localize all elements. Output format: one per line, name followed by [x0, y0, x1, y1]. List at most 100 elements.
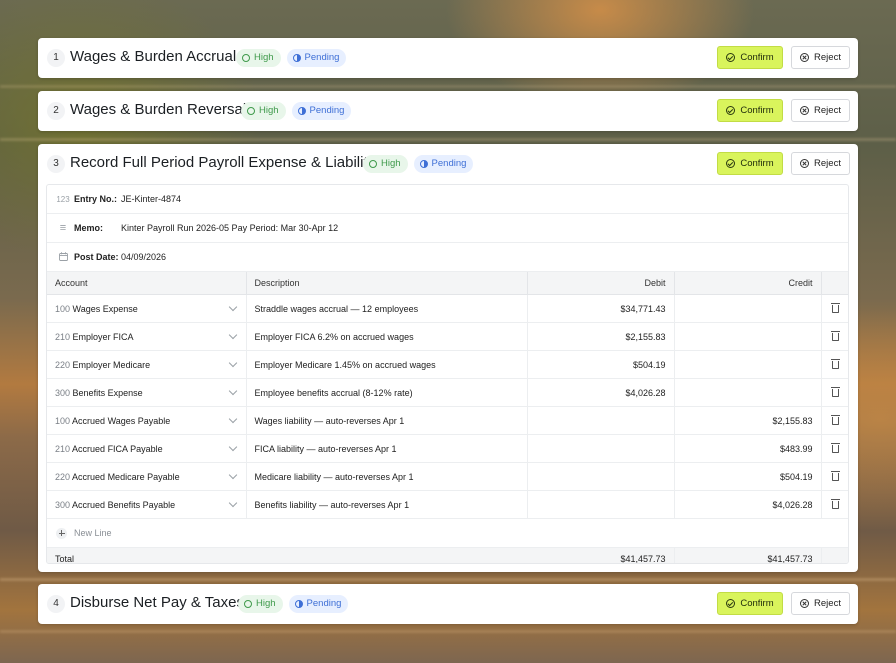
account-code: 220 [55, 359, 71, 370]
description-cell[interactable]: FICA liability — auto-reverses Apr 1 [246, 434, 528, 463]
table-row: 100 Wages Expense Straddle wages accrual … [47, 294, 848, 323]
debit-cell[interactable] [527, 434, 675, 463]
debit-cell[interactable]: $4,026.28 [527, 378, 675, 407]
delete-line-button[interactable] [821, 378, 848, 407]
pending-icon [297, 107, 306, 115]
reject-button[interactable]: Reject [791, 592, 850, 615]
trash-icon [831, 358, 841, 369]
account-select[interactable]: 210 Accrued FICA Payable [47, 434, 247, 463]
credit-cell[interactable]: $4,026.28 [674, 490, 822, 519]
delete-line-button[interactable] [821, 322, 848, 351]
description-cell[interactable]: Straddle wages accrual — 12 employees [246, 294, 528, 323]
table-row: 220 Employer Medicare Employer Medicare 1… [47, 350, 848, 379]
trash-icon [831, 302, 841, 313]
description-cell[interactable]: Employer FICA 6.2% on accrued wages [246, 322, 528, 351]
total-credit: $41,457.73 [674, 548, 822, 563]
confirm-button[interactable]: Confirm [717, 99, 783, 122]
memo-value[interactable]: Kinter Payroll Run 2026-05 Pay Period: M… [121, 223, 338, 233]
description-cell[interactable]: Wages liability — auto-reverses Apr 1 [246, 406, 528, 435]
post-date-row: Post Date: 04/09/2026 [47, 243, 848, 272]
account-select[interactable]: 300 Accrued Benefits Payable [47, 490, 247, 519]
hash-icon: 123 [56, 194, 70, 204]
credit-cell[interactable] [674, 378, 822, 407]
account-name: Wages Expense [72, 303, 138, 314]
confidence-icon [247, 107, 255, 115]
entry-card-4: 4 Disburse Net Pay & Taxes High Pending … [38, 584, 858, 624]
entry-title: Wages & Burden Reversal [70, 101, 247, 118]
chevron-down-icon [228, 386, 237, 396]
pending-icon [292, 54, 301, 62]
entry-number: 1 [47, 49, 65, 67]
description-cell[interactable]: Benefits liability — auto-reverses Apr 1 [246, 490, 528, 519]
col-credit: Credit [674, 272, 822, 295]
description-cell[interactable]: Employee benefits accrual (8-12% rate) [246, 378, 528, 407]
chevron-down-icon [228, 442, 237, 452]
account-name: Accrued Wages Payable [72, 415, 171, 426]
account-name: Benefits Expense [72, 387, 143, 398]
confidence-badge: High [238, 595, 283, 613]
description-cell[interactable]: Employer Medicare 1.45% on accrued wages [246, 350, 528, 379]
account-code: 210 [55, 331, 71, 342]
reject-button[interactable]: Reject [791, 99, 850, 122]
memo-icon: ≡ [59, 222, 67, 234]
delete-line-button[interactable] [821, 350, 848, 379]
check-circle-icon [726, 53, 736, 62]
col-description: Description [246, 272, 528, 295]
chevron-down-icon [228, 470, 237, 480]
reject-button[interactable]: Reject [791, 152, 850, 175]
account-select[interactable]: 100 Accrued Wages Payable [47, 406, 247, 435]
credit-cell[interactable]: $483.99 [674, 434, 822, 463]
credit-cell[interactable]: $504.19 [674, 462, 822, 491]
account-select[interactable]: 300 Benefits Expense [47, 378, 247, 407]
confirm-button[interactable]: Confirm [717, 46, 783, 69]
total-label: Total [47, 548, 246, 563]
delete-line-button[interactable] [821, 490, 848, 519]
debit-cell[interactable]: $504.19 [527, 350, 675, 379]
description-cell[interactable]: Medicare liability — auto-reverses Apr 1 [246, 462, 528, 491]
post-date-value[interactable]: 04/09/2026 [121, 252, 166, 262]
account-select[interactable]: 220 Employer Medicare [47, 350, 247, 379]
calendar-icon [56, 251, 70, 263]
delete-line-button[interactable] [821, 434, 848, 463]
confidence-icon [369, 160, 377, 168]
journal-entry-detail: 123 Entry No.: JE-Kinter-4874 ≡ Memo: Ki… [46, 184, 849, 564]
delete-line-button[interactable] [821, 294, 848, 323]
confirm-button[interactable]: Confirm [717, 592, 783, 615]
debit-cell[interactable] [527, 406, 675, 435]
chevron-down-icon [228, 414, 237, 424]
account-name: Employer FICA [72, 331, 134, 342]
chevron-down-icon [228, 302, 237, 312]
new-line-button[interactable]: New Line [47, 519, 848, 548]
delete-line-button[interactable] [821, 462, 848, 491]
account-select[interactable]: 210 Employer FICA [47, 322, 247, 351]
account-code: 300 [55, 499, 71, 510]
chevron-down-icon [228, 498, 237, 508]
debit-cell[interactable] [527, 490, 675, 519]
debit-cell[interactable]: $34,771.43 [527, 294, 675, 323]
debit-cell[interactable] [527, 462, 675, 491]
credit-cell[interactable] [674, 350, 822, 379]
col-actions [821, 272, 848, 295]
delete-line-button[interactable] [821, 406, 848, 435]
confirm-button[interactable]: Confirm [717, 152, 783, 175]
debit-cell[interactable]: $2,155.83 [527, 322, 675, 351]
reject-button[interactable]: Reject [791, 46, 850, 69]
account-select[interactable]: 220 Accrued Medicare Payable [47, 462, 247, 491]
table-row: 210 Employer FICA Employer FICA 6.2% on a… [47, 322, 848, 351]
entry-title: Wages & Burden Accrual [70, 48, 237, 65]
check-circle-icon [726, 159, 736, 168]
account-code: 100 [55, 303, 71, 314]
table-row: 300 Accrued Benefits Payable Benefits lia… [47, 490, 848, 519]
credit-cell[interactable] [674, 322, 822, 351]
credit-cell[interactable] [674, 294, 822, 323]
check-circle-icon [726, 106, 736, 115]
pending-icon [294, 600, 303, 608]
credit-cell[interactable]: $2,155.83 [674, 406, 822, 435]
col-debit: Debit [527, 272, 675, 295]
confidence-icon [244, 600, 252, 608]
confidence-badge: High [363, 155, 408, 173]
trash-icon [831, 330, 841, 341]
table-row: 100 Accrued Wages Payable Wages liability… [47, 406, 848, 435]
account-name: Accrued FICA Payable [72, 443, 163, 454]
account-select[interactable]: 100 Wages Expense [47, 294, 247, 323]
